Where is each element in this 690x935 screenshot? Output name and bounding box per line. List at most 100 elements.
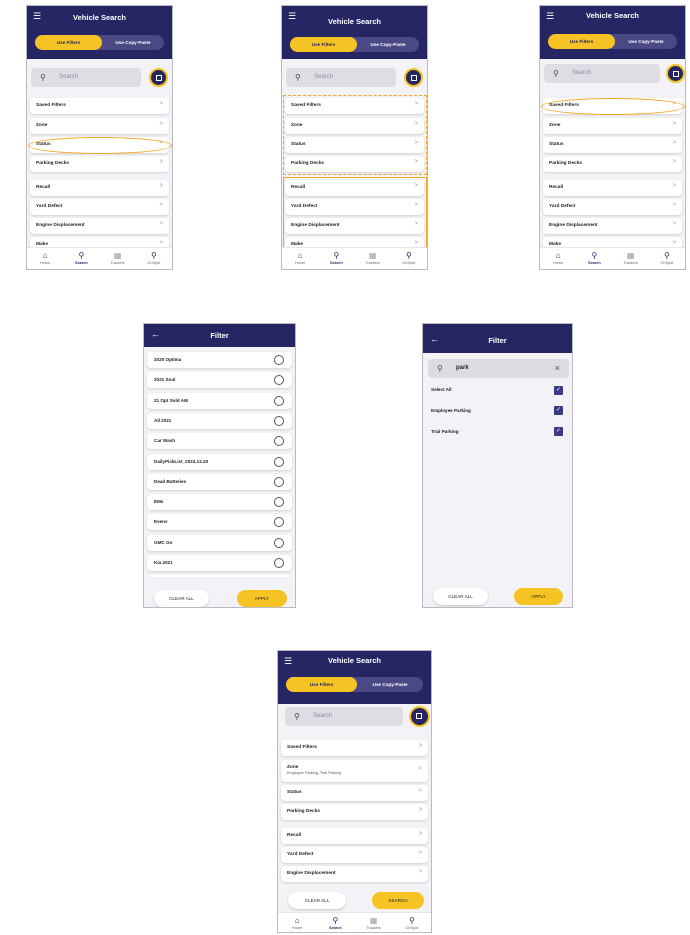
tab-use-copy-paste[interactable]: Use Copy-Paste [357,37,419,52]
nav-trackers[interactable]: ▦ Trackers [613,250,649,265]
apply-button[interactable]: APPLY [514,588,563,605]
tab-use-filters[interactable]: Use Filters [286,677,358,692]
row-parking-decks[interactable]: Parking Decks > [543,156,682,172]
row-label: Parking Decks [287,809,321,814]
filter-option[interactable]: Evens [147,514,292,531]
bottom-nav: ⌂ Home ⚲ Search ▦ Trackers ⚲ OnSpot [27,247,172,269]
row-parking-decks[interactable]: Parking Decks > [30,156,169,172]
row-yard-defect[interactable]: Yard Defect > [30,199,169,215]
nav-search[interactable]: ⚲ Search [316,915,354,930]
tab-use-copy-paste[interactable]: Use Copy-Paste [102,35,164,50]
row-saved-filters[interactable]: Saved Filters > [30,98,169,114]
search-input[interactable]: ⚲ Search [31,68,141,87]
row-status[interactable]: Status > [543,137,682,153]
trackers-icon: ▦ [113,251,122,260]
search-input[interactable]: ⚲ Search [285,707,403,726]
nav-onspot[interactable]: ⚲ OnSpot [136,250,172,265]
filter-option[interactable]: DailyPickList_2024.12.20 [147,453,292,470]
tab-use-filters[interactable]: Use Filters [548,34,616,49]
location-pin-icon: ⚲ [150,251,157,260]
radio-button[interactable] [274,375,284,386]
option-employee-parking[interactable]: Employee Parking [431,408,564,418]
row-label: Status [287,790,302,795]
row-recall[interactable]: Recall > [543,180,682,196]
option-checkbox[interactable]: ✓ [554,427,563,436]
radio-button[interactable] [274,355,284,365]
row-label: Zone [36,123,48,128]
row-engine-displacement[interactable]: Engine Displacement > [543,218,682,234]
radio-button[interactable] [274,476,284,487]
radio-button[interactable] [274,517,284,528]
scan-icon[interactable] [666,64,685,83]
location-pin-icon: ⚲ [408,916,415,925]
filter-option[interactable]: Dead Batteries [147,473,292,490]
apply-button[interactable]: APPLY [237,590,287,607]
nav-search[interactable]: ⚲ Search [576,250,612,265]
clear-all-button[interactable]: CLEAR ALL [433,588,488,605]
row-zone[interactable]: Zone > [543,118,682,134]
filter-option[interactable]: GMC Go [147,534,292,551]
row-zone[interactable]: Zone Employee Parking, Trial Parking > [281,760,428,782]
nav-trackers[interactable]: ▦ Trackers [100,250,136,265]
row-label: Yard Defect [287,852,314,857]
filter-option[interactable]: 2020 Optima [147,352,292,368]
radio-button[interactable] [274,558,284,568]
nav-home[interactable]: ⌂ Home [278,915,316,930]
row-recall[interactable]: Recall > [281,828,428,844]
row-saved-filters[interactable]: Saved Filters > [281,740,428,756]
filter-option[interactable]: 21 Opt Sold AW [147,392,292,409]
tab-use-filters[interactable]: Use Filters [35,35,103,50]
nav-onspot[interactable]: ⚲ OnSpot [391,250,427,265]
select-all-row[interactable]: Select All [431,387,564,397]
nav-onspot[interactable]: ⚲ OnSpot [649,250,685,265]
filter-search-input[interactable]: ⚲ park × [428,359,569,378]
filter-option[interactable]: All 2021 [147,412,292,429]
clear-all-button[interactable]: CLEAR ALL [288,892,346,909]
radio-button[interactable] [274,456,284,467]
option-trial-parking[interactable]: Trial Parking [431,429,564,439]
select-all-checkbox[interactable]: ✓ [554,386,563,395]
page-title: Filter [488,336,507,345]
highlight-group-location [283,95,427,175]
tab-use-filters[interactable]: Use Filters [290,37,358,52]
radio-button[interactable] [274,395,284,406]
nav-onspot[interactable]: ⚲ OnSpot [393,915,431,930]
search-input[interactable]: ⚲ Search [544,64,660,83]
tab-use-copy-paste[interactable]: Use Copy-Paste [615,34,677,49]
row-engine-displacement[interactable]: Engine Displacement > [30,218,169,234]
nav-home[interactable]: ⌂ Home [27,250,63,265]
filter-option[interactable]: Car Wash [147,433,292,450]
nav-trackers[interactable]: ▦ Trackers [355,250,391,265]
row-engine-displacement[interactable]: Engine Displacement > [281,866,428,882]
row-recall[interactable]: Recall > [30,180,169,196]
row-yard-defect[interactable]: Yard Defect > [281,847,428,863]
tab-use-copy-paste[interactable]: Use Copy-Paste [357,677,423,692]
search-input[interactable]: ⚲ Search [286,68,396,87]
radio-button[interactable] [274,436,284,447]
filter-option[interactable]: Kia 2021 [147,555,292,571]
row-zone[interactable]: Zone > [30,118,169,134]
radio-button[interactable] [274,415,284,426]
trackers-icon: ▦ [369,916,378,925]
option-checkbox[interactable]: ✓ [554,406,563,415]
nav-search[interactable]: ⚲ Search [63,250,99,265]
trackers-icon: ▦ [368,251,377,260]
radio-button[interactable] [274,497,284,508]
row-status[interactable]: Status > [281,785,428,801]
search-button[interactable]: SEARCH [372,892,424,909]
filter-option[interactable]: 2021 Soul [147,372,292,389]
nav-search[interactable]: ⚲ Search [318,250,354,265]
scan-icon[interactable] [404,68,423,87]
nav-trackers[interactable]: ▦ Trackers [355,915,393,930]
row-parking-decks[interactable]: Parking Decks > [281,804,428,820]
row-label: Parking Decks [549,161,583,166]
radio-button[interactable] [274,537,284,548]
filter-option[interactable]: EMs [147,494,292,511]
nav-home[interactable]: ⌂ Home [540,250,576,265]
clear-search-icon[interactable]: × [555,359,560,378]
clear-all-button[interactable]: CLEAR ALL [154,590,209,607]
nav-home[interactable]: ⌂ Home [282,250,318,265]
row-yard-defect[interactable]: Yard Defect > [543,199,682,215]
scan-icon[interactable] [149,68,168,87]
scan-icon[interactable] [409,706,430,727]
